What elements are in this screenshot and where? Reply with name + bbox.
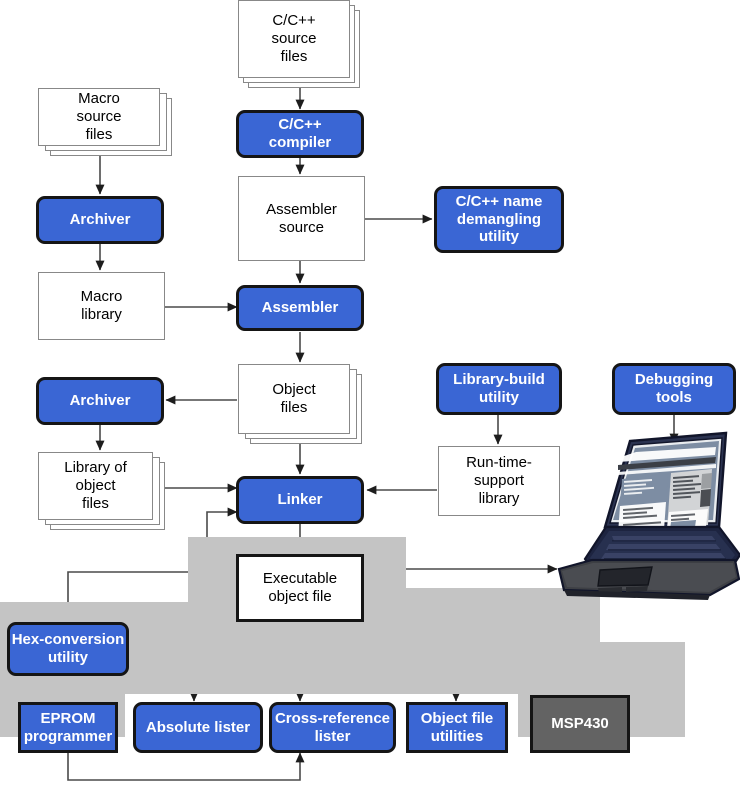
node-cpp-source-files-label: C/C++ source files (271, 12, 317, 65)
node-archiver-macro-label: Archiver (69, 211, 131, 229)
node-cpp-compiler-label: C/C++ compiler (268, 116, 332, 151)
node-cpp-source-files: C/C++ source files (238, 0, 350, 78)
node-library-build-utility-label: Library-build utility (453, 371, 545, 406)
node-hex-conversion-utility-label: Hex-conversion utility (11, 631, 125, 666)
node-library-build-utility[interactable]: Library-build utility (436, 363, 562, 415)
node-macro-source-files-label: Macro source files (76, 90, 122, 143)
node-debugging-tools-label: Debugging tools (634, 371, 714, 406)
node-hex-conversion-utility[interactable]: Hex-conversion utility (7, 622, 129, 676)
node-debugging-tools[interactable]: Debugging tools (612, 363, 736, 415)
laptop-icon (557, 431, 740, 600)
node-macro-library-label: Macro library (80, 288, 123, 323)
node-executable-object-file-label: Executable object file (262, 570, 338, 605)
node-library-of-object-files: Library of object files (38, 452, 153, 520)
node-archiver-macro[interactable]: Archiver (36, 196, 164, 244)
node-object-file-utilities-label: Object file utilities (420, 709, 494, 745)
node-msp430: MSP430 (530, 695, 630, 753)
node-library-of-object-files-label: Library of object files (64, 459, 127, 512)
node-msp430-label: MSP430 (551, 715, 609, 733)
node-object-files-label: Object files (272, 381, 316, 416)
node-assembler[interactable]: Assembler (236, 285, 364, 331)
node-executable-object-file: Executable object file (236, 554, 364, 622)
node-runtime-support-library-label: Run-time- support library (466, 454, 532, 507)
node-archiver-object-label: Archiver (69, 392, 131, 410)
node-cpp-compiler[interactable]: C/C++ compiler (236, 110, 364, 158)
node-macro-source-files: Macro source files (38, 88, 160, 146)
software-development-flow-diagram: C/C++ source files C/C++ compiler Macro … (0, 0, 740, 788)
node-object-file-utilities[interactable]: Object file utilities (406, 702, 508, 753)
node-linker-label: Linker (277, 491, 323, 509)
node-absolute-lister[interactable]: Absolute lister (133, 702, 263, 753)
node-name-demangling-utility[interactable]: C/C++ name demangling utility (434, 186, 564, 253)
node-object-files: Object files (238, 364, 350, 434)
node-eprom-programmer-label: EPROM programmer (23, 709, 113, 745)
node-linker[interactable]: Linker (236, 476, 364, 524)
node-assembler-source: Assembler source (238, 176, 365, 261)
node-archiver-object[interactable]: Archiver (36, 377, 164, 425)
node-cross-reference-lister[interactable]: Cross-reference lister (269, 702, 396, 753)
node-absolute-lister-label: Absolute lister (145, 718, 251, 736)
node-cross-reference-lister-label: Cross-reference lister (274, 709, 391, 745)
node-eprom-programmer[interactable]: EPROM programmer (18, 702, 118, 753)
node-assembler-label: Assembler (261, 299, 339, 317)
node-name-demangling-utility-label: C/C++ name demangling utility (455, 192, 543, 246)
node-macro-library: Macro library (38, 272, 165, 340)
node-assembler-source-label: Assembler source (266, 200, 337, 236)
